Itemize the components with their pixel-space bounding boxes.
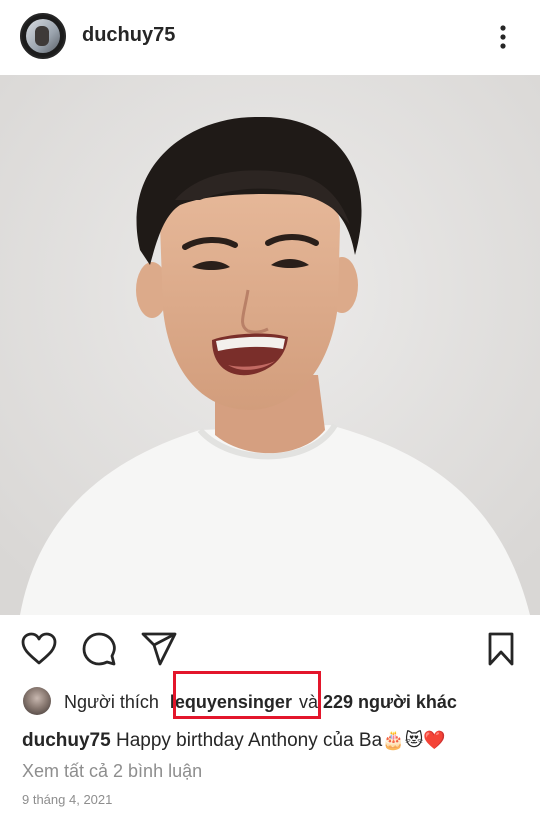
avatar-image: [26, 19, 60, 53]
post-header: duchuy75: [0, 0, 540, 75]
post-date: 9 tháng 4, 2021: [22, 792, 113, 807]
more-options-icon[interactable]: [490, 20, 516, 54]
avatar[interactable]: [20, 13, 66, 59]
likes-others-count[interactable]: 229 người khác: [323, 692, 457, 712]
liker-avatar[interactable]: [23, 687, 51, 715]
post-photo[interactable]: [0, 75, 540, 615]
caption-emojis: 🎂😻❤️: [382, 730, 446, 750]
liker-username[interactable]: lequyensinger: [170, 692, 292, 712]
comment-icon[interactable]: [81, 631, 117, 667]
post-username[interactable]: duchuy75: [82, 24, 175, 47]
view-all-comments-link[interactable]: Xem tất cả 2 bình luận: [22, 756, 202, 786]
likes-prefix: Người thích: [64, 692, 159, 712]
caption-text: Happy birthday Anthony của Ba: [115, 730, 383, 751]
send-icon[interactable]: [140, 631, 178, 667]
bookmark-icon[interactable]: [486, 631, 516, 667]
heart-icon[interactable]: [20, 631, 58, 667]
action-bar: [0, 615, 540, 685]
caption-username[interactable]: duchuy75: [22, 730, 111, 751]
likes-summary: Người thích lequyensinger và 229 người k…: [64, 684, 457, 720]
likes-connector: và: [298, 692, 318, 712]
post-caption: duchuy75 Happy birthday Anthony của Ba🎂😻…: [22, 722, 446, 758]
